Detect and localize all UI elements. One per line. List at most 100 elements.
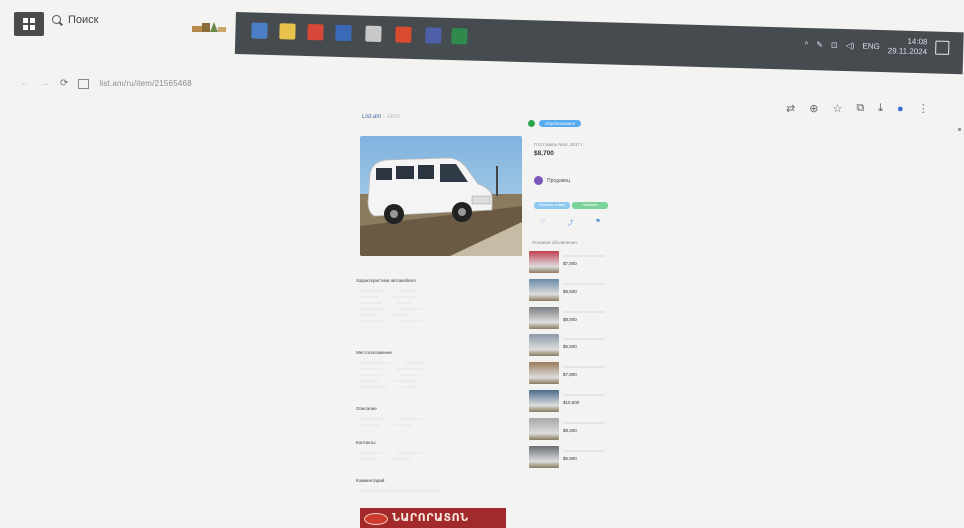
similar-item[interactable]: $8,200	[529, 416, 613, 444]
status-badge: Опубликовано	[539, 120, 582, 127]
browser-toolbar: ⇄ ⊕ ☆ ⧉ ⤓ ● ⋮	[786, 102, 929, 115]
extensions-icon[interactable]: ⧉	[856, 102, 864, 115]
ad-banner[interactable]: ՆԱՐՈՐԱՏՈՆ	[360, 508, 506, 528]
address-bar[interactable]: list.am/ru/item/21565468	[99, 79, 191, 88]
pen-icon[interactable]: ✎	[816, 40, 823, 49]
similar-thumbnail	[529, 389, 559, 412]
folder-icon[interactable]	[279, 23, 296, 40]
listing-page: List.am › Авто Опубликовано ГАЗ Газель N…	[352, 108, 622, 528]
reload-icon[interactable]: ⟳	[60, 78, 68, 89]
seller-name: Продавец	[547, 177, 570, 184]
similar-title-line	[563, 421, 605, 424]
favorite-icon[interactable]: ♡	[540, 218, 545, 227]
zoom-icon[interactable]: ⊕	[809, 102, 818, 115]
banner-text: ՆԱՐՈՐԱՏՈՆ	[392, 511, 469, 524]
action-buttons: Показать номер Написать	[534, 202, 608, 209]
bookmark-star-icon[interactable]: ☆	[832, 102, 842, 115]
taskbar-search-label: Поиск	[68, 14, 99, 26]
start-button[interactable]	[14, 12, 44, 36]
menu-icon[interactable]: ⋮	[918, 102, 929, 115]
notifications-icon[interactable]	[935, 40, 950, 55]
description-grid	[360, 416, 450, 428]
similar-title-line	[563, 310, 605, 313]
section-contacts-title: Контакты	[356, 440, 376, 445]
avatar	[534, 176, 543, 185]
breadcrumb-separator: ›	[383, 114, 386, 120]
scrollbar-marker[interactable]	[958, 128, 961, 131]
volume-icon[interactable]: ◁)	[846, 41, 855, 50]
chevron-up-icon[interactable]: ^	[804, 39, 808, 48]
similar-title-line	[563, 282, 605, 285]
share-icon[interactable]: ⤴	[567, 218, 573, 227]
listing-status: Опубликовано	[528, 120, 582, 127]
breadcrumb: List.am › Авто	[362, 114, 400, 120]
similar-title: Похожие объявления	[532, 240, 577, 245]
price-block: ГАЗ Газель Next, 2017 г. $8,700	[534, 142, 614, 157]
breadcrumb-home[interactable]: List.am	[362, 114, 381, 120]
main-photo[interactable]	[360, 136, 522, 256]
report-icon[interactable]: ⚑	[595, 218, 600, 227]
explorer-icon[interactable]	[251, 22, 268, 39]
section-location-title: Местоположение	[356, 350, 393, 355]
similar-price: $7,800	[563, 372, 577, 378]
location-grid	[360, 360, 450, 390]
similar-title-line	[563, 449, 605, 452]
windows-logo-icon	[23, 18, 35, 30]
similar-list: $7,000 $9,500 $8,000 $6,500 $7,800 $10,500 $8,…	[529, 249, 613, 471]
seller-info[interactable]: Продавец	[534, 176, 570, 185]
similar-title-line	[563, 255, 605, 257]
contacts-grid	[360, 450, 450, 462]
network-icon[interactable]: ⊡	[831, 40, 838, 49]
section-description-title: Описание	[356, 406, 377, 411]
similar-thumbnail	[529, 306, 559, 329]
similar-price: $5,900	[563, 455, 577, 461]
site-info-icon[interactable]	[78, 78, 90, 89]
similar-thumbnail	[529, 278, 559, 301]
share-icons: ♡ ⤴ ⚑	[540, 218, 601, 227]
similar-thumbnail	[529, 445, 559, 468]
download-icon[interactable]: ⤓	[878, 102, 883, 115]
similar-price: $8,000	[563, 316, 577, 322]
taskbar: ^ ✎ ⊡ ◁) ENG 14:08 29.11.2024	[234, 12, 964, 75]
banner-logo-icon	[364, 513, 388, 525]
similar-price: $7,000	[563, 261, 577, 266]
similar-item[interactable]: $7,800	[529, 360, 613, 388]
back-arrow-icon[interactable]: ←	[20, 78, 30, 89]
similar-thumbnail	[529, 417, 559, 440]
pdf-icon[interactable]	[395, 26, 412, 43]
excel-icon[interactable]	[451, 28, 468, 45]
media-icon[interactable]	[365, 25, 382, 43]
language-indicator[interactable]: ENG	[862, 41, 880, 50]
app-icon[interactable]	[425, 27, 442, 44]
clock[interactable]: 14:08 29.11.2024	[888, 36, 928, 57]
similar-item[interactable]: $7,000	[529, 249, 613, 277]
show-phone-button[interactable]: Показать номер	[534, 202, 570, 209]
similar-thumbnail	[529, 362, 559, 385]
word-icon[interactable]	[335, 24, 352, 42]
clock-date: 29.11.2024	[887, 46, 928, 57]
similar-title-line	[563, 393, 605, 396]
similar-title-line	[563, 338, 605, 341]
similar-item[interactable]: $9,500	[529, 277, 613, 305]
similar-title-line	[563, 366, 605, 369]
chrome-icon[interactable]	[307, 24, 324, 41]
similar-item[interactable]: $5,900	[529, 444, 613, 472]
similar-price: $8,200	[563, 427, 577, 433]
specs-grid	[360, 288, 450, 324]
profile-icon[interactable]: ●	[897, 103, 904, 115]
comment-grid	[360, 488, 450, 494]
similar-item[interactable]: $8,000	[529, 305, 613, 333]
similar-item[interactable]: $10,500	[529, 388, 613, 416]
similar-thumbnail	[529, 334, 559, 357]
similar-price: $9,500	[563, 288, 577, 294]
section-specs-title: Характеристики автомобиля	[356, 278, 416, 283]
similar-item[interactable]: $6,500	[529, 332, 613, 360]
forward-arrow-icon[interactable]: →	[40, 78, 50, 89]
section-comment-title: Комментарий	[356, 478, 385, 483]
translate-icon[interactable]: ⇄	[786, 102, 795, 115]
breadcrumb-category[interactable]: Авто	[387, 114, 400, 120]
listing-title: ГАЗ Газель Next, 2017 г.	[534, 142, 584, 147]
weather-icon[interactable]	[190, 18, 228, 34]
taskbar-search[interactable]: Поиск	[52, 14, 98, 26]
message-button[interactable]: Написать	[572, 202, 608, 209]
